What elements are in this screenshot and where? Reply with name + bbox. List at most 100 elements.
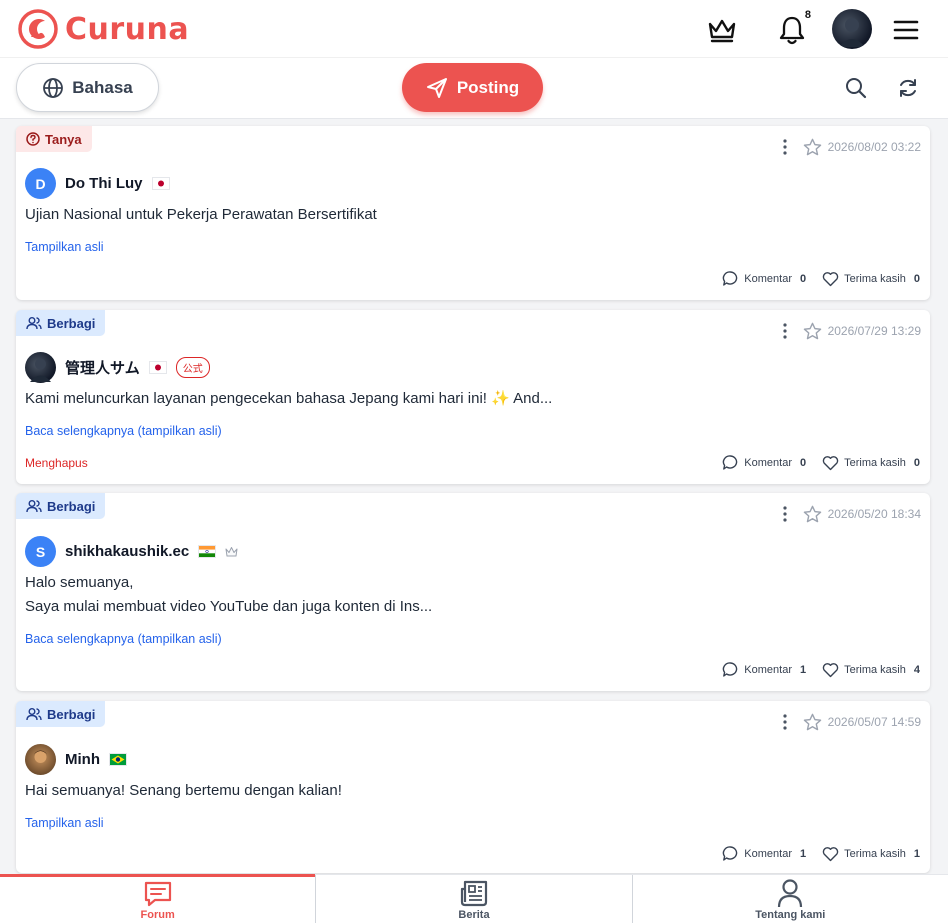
brazil-flag-icon [109,753,127,766]
author-name[interactable]: Minh [65,751,100,768]
official-badge: 公式 [175,357,210,378]
favorite-button[interactable] [803,713,822,731]
language-button[interactable]: Bahasa [16,63,159,112]
post-date: 2026/07/29 13:29 [827,324,921,338]
post-options-button[interactable] [775,139,795,155]
more-vertical-icon [782,139,787,155]
notifications-button[interactable]: 8 [772,9,812,50]
comment-button[interactable]: Komentar 0 [722,454,806,471]
avatar-photo-icon [34,750,47,763]
curuna-logo[interactable]: Curuna [18,9,189,49]
favorite-button[interactable] [803,505,822,523]
language-button-label: Bahasa [72,77,133,97]
author-avatar[interactable] [25,744,56,775]
refresh-icon [900,79,916,97]
user-avatar-button[interactable] [832,9,872,49]
forum-icon [144,881,171,907]
heart-icon [822,846,839,861]
post-options-button[interactable] [775,714,795,730]
post-author[interactable]: 管理人サム 公式 [25,352,210,383]
author-avatar[interactable]: S [25,536,56,567]
post-excerpt[interactable]: Hai semuanya! Senang bertemu dengan kali… [25,779,342,803]
nav-item-label: Tentang kami [755,909,826,921]
search-icon [846,78,867,99]
comment-label: Komentar [744,272,792,285]
nav-item-label: Berita [458,909,490,921]
post-excerpt-line: Hai semuanya! Senang bertemu dengan kali… [25,782,342,799]
post-excerpt[interactable]: Kami meluncurkan layanan pengecekan baha… [25,387,552,411]
comment-icon [723,846,738,861]
thanks-button[interactable]: Terima kasih 4 [822,662,920,678]
comment-button[interactable]: Komentar 1 [722,845,806,862]
post-actions: Komentar 0 Terima kasih 0 [722,454,920,471]
nav-item-news[interactable]: Berita [316,875,633,923]
comment-count: 1 [800,663,807,676]
delete-post-link[interactable]: Menghapus [25,456,88,470]
post-meta: 2026/08/02 03:22 [775,138,921,156]
post-card[interactable]: Berbagi 2026/07/29 13:29 管理人サム 公式 Kami m… [16,310,930,484]
thanks-button[interactable]: Terima kasih 1 [822,846,920,862]
show-original-link[interactable]: Tampilkan asli [25,816,104,830]
thanks-count: 0 [913,456,920,469]
author-name[interactable]: Do Thi Luy [65,175,143,192]
create-post-label: Posting [456,77,520,97]
post-author[interactable]: S shikhakaushik.ec [25,536,239,567]
search-button[interactable] [842,74,870,102]
favorite-button[interactable] [803,322,822,340]
users-icon [26,317,42,330]
post-excerpt-line: Halo semuanya, [25,574,134,591]
post-excerpt[interactable]: Ujian Nasional untuk Pekerja Perawatan B… [25,203,377,227]
post-author[interactable]: D Do Thi Luy [25,168,170,199]
post-category-label: Tanya [45,131,82,147]
japan-flag-icon [151,177,170,190]
post-options-button[interactable] [775,323,795,339]
author-name[interactable]: shikhakaushik.ec [65,543,189,560]
bottom-navigation: Forum Berita Tentang kami [0,874,948,923]
favorite-button[interactable] [803,138,822,156]
post-category-tag[interactable]: Berbagi [16,310,106,336]
bell-icon [779,16,805,45]
premium-crown-icon [224,545,239,559]
thanks-button[interactable]: Terima kasih 0 [822,271,920,287]
heart-icon [822,271,839,286]
thanks-label: Terima kasih [844,847,906,860]
create-post-button[interactable]: Posting [402,63,543,112]
post-card[interactable]: Berbagi 2026/05/07 14:59 Minh Hai semuan… [16,701,930,873]
author-avatar[interactable] [25,352,56,383]
thanks-button[interactable]: Terima kasih 0 [822,455,920,471]
post-card[interactable]: Berbagi 2026/05/20 18:34 S shikhakaushik… [16,493,930,691]
read-more-link[interactable]: Baca selengkapnya (tampilkan asli) [25,632,222,646]
post-category-tag[interactable]: Berbagi [16,493,106,519]
post-category-tag[interactable]: Berbagi [16,701,106,727]
post-meta: 2026/07/29 13:29 [775,322,921,340]
thanks-count: 4 [913,663,920,676]
read-more-link[interactable]: Baca selengkapnya (tampilkan asli) [25,424,222,438]
author-avatar[interactable]: D [25,168,56,199]
comment-icon [723,271,738,286]
post-author[interactable]: Minh [25,744,127,775]
post-date: 2026/05/20 18:34 [827,507,921,521]
comment-icon [723,662,738,677]
nav-item-label: Forum [140,909,175,921]
menu-button[interactable] [886,10,926,50]
post-category-label: Berbagi [47,706,96,722]
post-category-tag[interactable]: Tanya [16,126,92,152]
nav-item-about[interactable]: Tentang kami [633,875,948,923]
thanks-count: 0 [913,272,920,285]
users-icon [26,500,42,513]
app-name: Curuna [65,11,190,47]
comment-button[interactable]: Komentar 1 [722,661,806,678]
post-card[interactable]: Tanya 2026/08/02 03:22 D Do Thi Luy Ujia… [16,126,930,300]
person-icon [778,879,803,908]
author-name[interactable]: 管理人サム [65,357,140,378]
hamburger-menu-icon [893,20,919,40]
premium-crown-button[interactable] [702,10,742,50]
comment-button[interactable]: Komentar 0 [722,270,806,287]
post-actions: Komentar 1 Terima kasih 1 [722,845,920,862]
nav-item-forum[interactable]: Forum [0,874,317,923]
post-excerpt[interactable]: Halo semuanya, Saya mulai membuat video … [25,571,432,619]
show-original-link[interactable]: Tampilkan asli [25,240,104,254]
post-options-button[interactable] [775,506,795,522]
refresh-button[interactable] [894,74,922,102]
comment-label: Komentar [744,663,792,676]
